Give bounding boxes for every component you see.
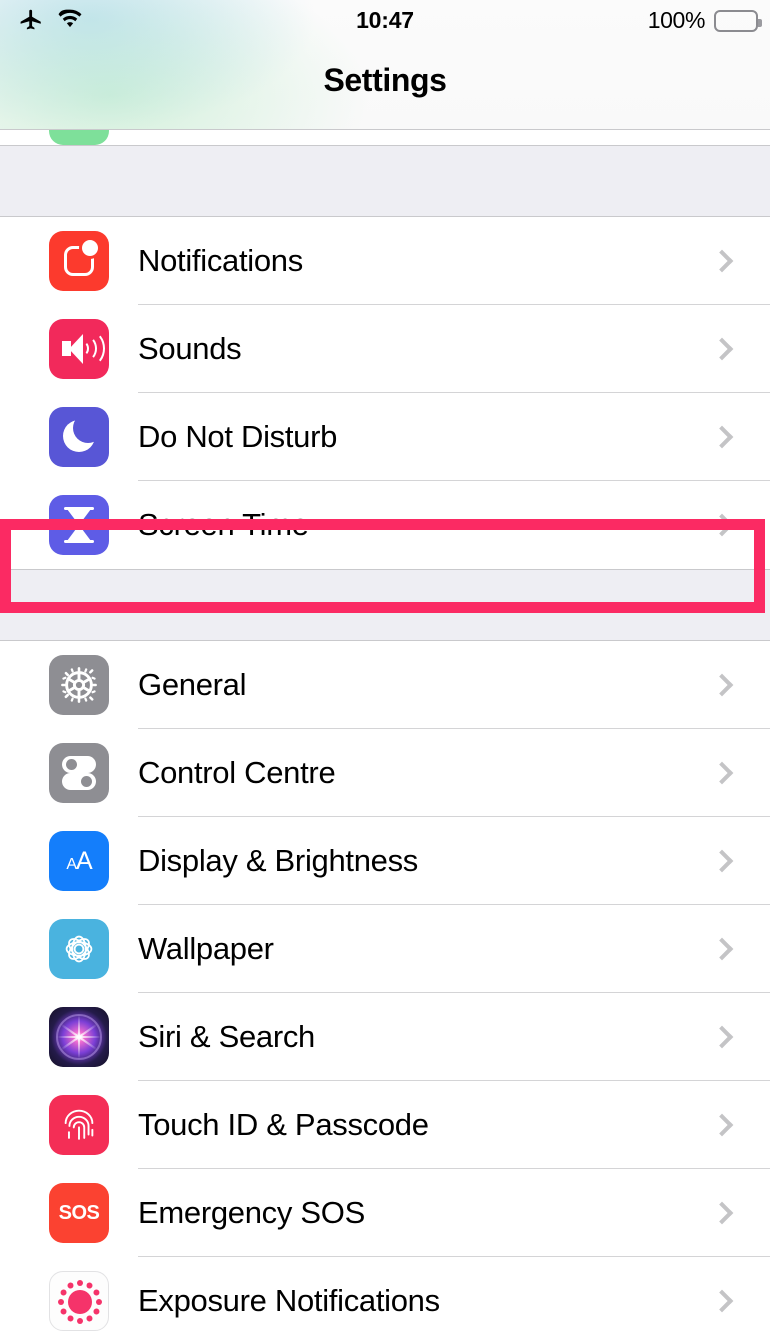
status-bar-right: 100% xyxy=(647,7,762,34)
settings-row-notifications[interactable]: Notifications xyxy=(0,217,770,305)
row-label: Control Centre xyxy=(138,755,336,790)
section-gap-top xyxy=(0,145,770,217)
chevron-right-icon xyxy=(702,305,742,393)
settings-row-display-brightness[interactable]: AA Display & Brightness xyxy=(0,817,770,905)
row-label: Touch ID & Passcode xyxy=(138,1107,429,1142)
settings-row-wallpaper[interactable]: Wallpaper xyxy=(0,905,770,993)
chevron-right-icon xyxy=(702,729,742,817)
settings-row-exposure-notifications[interactable]: Exposure Notifications xyxy=(0,1257,770,1334)
row-label: Siri & Search xyxy=(138,1019,315,1054)
display-brightness-aa-icon: AA xyxy=(49,831,109,891)
settings-row-touch-id-passcode[interactable]: Touch ID & Passcode xyxy=(0,1081,770,1169)
row-label: General xyxy=(138,667,247,702)
screen-time-hourglass-icon xyxy=(49,495,109,555)
row-label: Notifications xyxy=(138,243,303,278)
system-group: General Control Centre AA Display & Brig… xyxy=(0,641,770,1334)
alerts-group: Notifications Sounds Do Not Disturb Scre… xyxy=(0,217,770,569)
control-centre-toggles-icon xyxy=(49,743,109,803)
row-label: Display & Brightness xyxy=(138,843,419,878)
partial-green-app-icon xyxy=(49,130,109,145)
sounds-speaker-icon xyxy=(49,319,109,379)
do-not-disturb-moon-icon xyxy=(49,407,109,467)
settings-row-sounds[interactable]: Sounds xyxy=(0,305,770,393)
navigation-header: 10:47 100% Settings xyxy=(0,0,770,130)
chevron-right-icon xyxy=(702,1257,742,1334)
settings-row-screen-time[interactable]: Screen Time xyxy=(0,481,770,569)
row-label: Exposure Notifications xyxy=(138,1283,440,1318)
settings-screen: 10:47 100% Settings Notifications Sounds… xyxy=(0,0,770,1334)
chevron-right-icon xyxy=(702,905,742,993)
chevron-right-icon xyxy=(702,1081,742,1169)
row-label: Wallpaper xyxy=(138,931,274,966)
settings-row-control-centre[interactable]: Control Centre xyxy=(0,729,770,817)
exposure-notifications-icon xyxy=(49,1271,109,1331)
chevron-right-icon xyxy=(702,217,742,305)
partial-row-above[interactable] xyxy=(0,130,770,145)
row-label: Sounds xyxy=(138,331,242,366)
chevron-right-icon xyxy=(702,393,742,481)
chevron-right-icon xyxy=(702,641,742,729)
siri-orb-icon xyxy=(49,1007,109,1067)
chevron-right-icon xyxy=(702,481,742,569)
wallpaper-flower-icon xyxy=(49,919,109,979)
emergency-sos-icon: SOS xyxy=(49,1183,109,1243)
row-label: Screen Time xyxy=(138,507,309,542)
touch-id-fingerprint-icon xyxy=(49,1095,109,1155)
settings-row-do-not-disturb[interactable]: Do Not Disturb xyxy=(0,393,770,481)
status-bar: 10:47 100% xyxy=(0,0,770,40)
battery-full-icon xyxy=(714,9,762,32)
page-title: Settings xyxy=(323,62,447,98)
chevron-right-icon xyxy=(702,993,742,1081)
notifications-icon xyxy=(49,231,109,291)
general-gear-icon xyxy=(49,655,109,715)
settings-row-emergency-sos[interactable]: SOS Emergency SOS xyxy=(0,1169,770,1257)
row-label: Do Not Disturb xyxy=(138,419,338,454)
settings-list[interactable]: Notifications Sounds Do Not Disturb Scre… xyxy=(0,130,770,1334)
row-label: Emergency SOS xyxy=(138,1195,365,1230)
section-gap-middle xyxy=(0,569,770,641)
settings-row-siri-search[interactable]: Siri & Search xyxy=(0,993,770,1081)
chevron-right-icon xyxy=(702,817,742,905)
battery-percent-label: 100% xyxy=(647,7,706,33)
settings-row-general[interactable]: General xyxy=(0,641,770,729)
chevron-right-icon xyxy=(702,1169,742,1257)
